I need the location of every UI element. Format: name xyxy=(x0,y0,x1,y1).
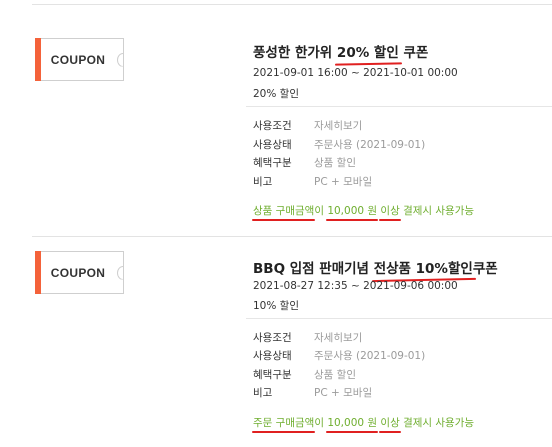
coupon-title: 풍성한 한가위 20% 할인 쿠폰 xyxy=(253,41,428,61)
detail-value: 주문사용 (2021-09-01) xyxy=(314,350,426,362)
detail-value: PC + 모바일 xyxy=(314,176,373,188)
coupon-separator xyxy=(246,106,552,107)
coupon-benefit: 10% 할인 xyxy=(253,300,299,312)
coupon-title-highlight: 전상품 10%할인 xyxy=(373,261,473,277)
detail-row-status: 사용상태 주문사용 (2021-09-01) xyxy=(253,137,425,152)
detail-value: 주문사용 (2021-09-01) xyxy=(314,139,426,151)
detail-key: 사용조건 xyxy=(253,120,292,132)
coupon-period: 2021-09-01 16:00 ~ 2021-10-01 00:00 xyxy=(253,67,458,79)
coupon-tag-label: COUPON xyxy=(50,265,106,280)
detail-value: 상품 할인 xyxy=(314,157,356,169)
note-highlight: 상품 구매금액 xyxy=(253,205,315,217)
note-text: 결제시 사용가능 xyxy=(399,205,475,217)
coupon-tag: COUPON xyxy=(35,251,124,294)
note-highlight: 주문 구매금액 xyxy=(253,417,315,429)
detail-row-status: 사용상태 주문사용 (2021-09-01) xyxy=(253,348,425,363)
divider xyxy=(32,236,552,237)
note-text: 결제시 사용가능 xyxy=(399,417,475,429)
detail-row-condition: 사용조건 자세히보기 xyxy=(253,330,362,345)
detail-key: 사용상태 xyxy=(253,350,292,362)
coupon-separator xyxy=(246,318,552,319)
note-highlight: 이상 xyxy=(380,417,400,429)
note-highlight: 10,000 원 xyxy=(327,417,378,429)
coupon-title-highlight: 20% 할인 xyxy=(336,45,399,61)
coupon-tag-label: COUPON xyxy=(50,52,106,67)
coupon-title-suffix: 쿠폰 xyxy=(398,45,429,61)
note-highlight: 이상 xyxy=(380,205,400,217)
detail-key: 비고 xyxy=(253,176,273,188)
detail-key: 혜택구분 xyxy=(253,369,292,381)
note-text: 이 xyxy=(314,417,328,429)
detail-key: 비고 xyxy=(253,387,273,399)
detail-row-benefit-type: 혜택구분 상품 할인 xyxy=(253,155,356,170)
coupon-title-text: 풍성한 한가위 xyxy=(253,45,337,61)
coupon-benefit: 20% 할인 xyxy=(253,88,299,100)
detail-row-benefit-type: 혜택구분 상품 할인 xyxy=(253,367,356,382)
coupon-period: 2021-08-27 12:35 ~ 2021-09-06 00:00 xyxy=(253,280,458,292)
coupon-tag: COUPON xyxy=(35,38,124,81)
view-details-link[interactable]: 자세히보기 xyxy=(314,332,362,344)
coupon-title-suffix: 쿠폰 xyxy=(472,261,498,277)
view-details-link[interactable]: 자세히보기 xyxy=(314,120,362,132)
coupon-usage-note: 주문 구매금액이 10,000 원 이상 결제시 사용가능 xyxy=(253,415,474,430)
divider xyxy=(32,4,552,5)
coupon-notch-icon xyxy=(117,265,123,280)
coupon-usage-note: 상품 구매금액이 10,000 원 이상 결제시 사용가능 xyxy=(253,203,474,218)
detail-key: 사용상태 xyxy=(253,139,292,151)
detail-row-remark: 비고 PC + 모바일 xyxy=(253,174,372,189)
note-highlight: 10,000 원 xyxy=(327,205,378,217)
detail-key: 혜택구분 xyxy=(253,157,292,169)
detail-value: PC + 모바일 xyxy=(314,387,373,399)
detail-row-remark: 비고 PC + 모바일 xyxy=(253,385,372,400)
coupon-notch-icon xyxy=(117,52,123,67)
coupon-title-text: BBQ 입점 판매기념 xyxy=(253,261,374,277)
detail-value: 상품 할인 xyxy=(314,369,356,381)
detail-row-condition: 사용조건 자세히보기 xyxy=(253,118,362,133)
coupon-title: BBQ 입점 판매기념 전상품 10%할인쿠폰 xyxy=(253,257,498,277)
note-text: 이 xyxy=(314,205,328,217)
detail-key: 사용조건 xyxy=(253,332,292,344)
